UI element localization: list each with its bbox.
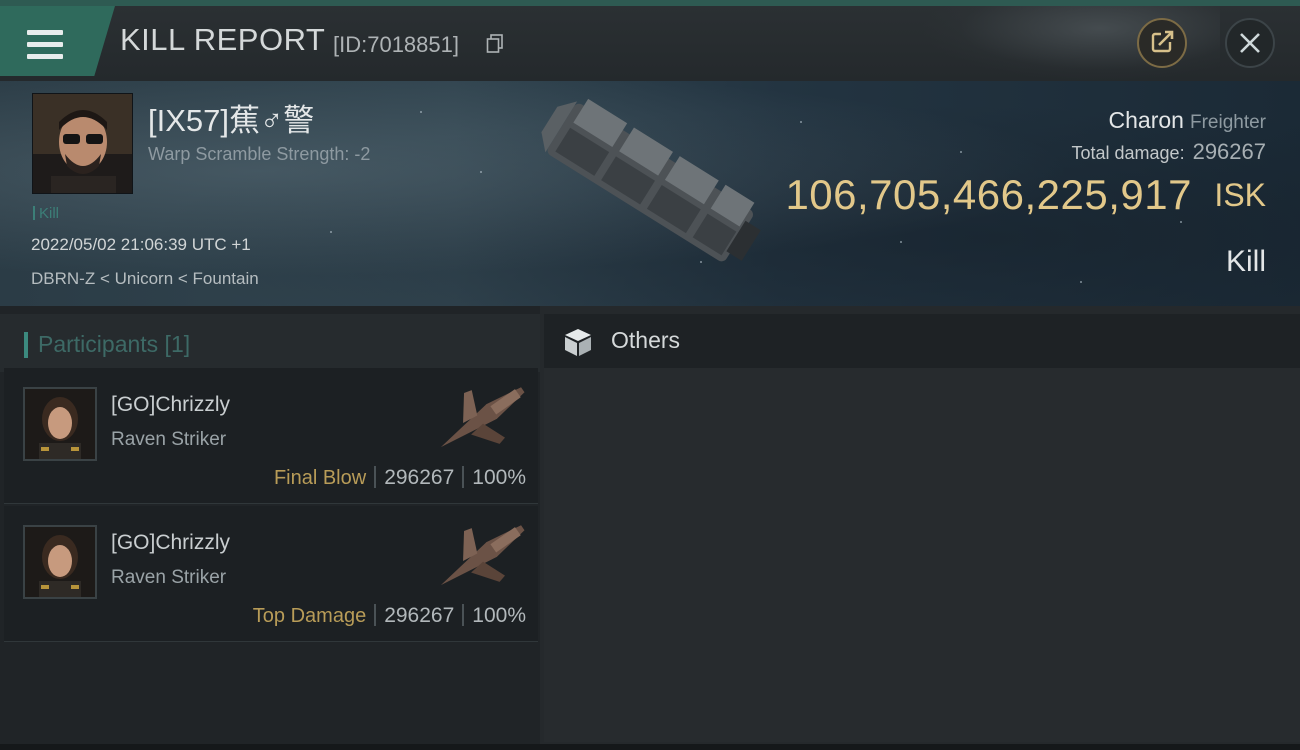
bottom-strip (0, 744, 1300, 750)
participant-stats: Final Blow 296267 100% (274, 466, 526, 490)
others-header[interactable]: Others (544, 314, 1300, 368)
final-blow-tag: Final Blow (273, 467, 367, 489)
participant-row[interactable]: [GO]Chrizzly Raven Striker Top Damage 296… (4, 506, 538, 642)
participant-percent: 100% (472, 604, 526, 627)
participant-stats: Top Damage 296267 100% (253, 604, 526, 628)
ship-type[interactable]: Charon Freighter (1109, 107, 1266, 134)
isk-value: 106,705,466,225,917 (785, 171, 1192, 218)
participant-ship: Raven Striker (111, 567, 227, 588)
participant-name[interactable]: [GO]Chrizzly (111, 393, 230, 417)
participant-ship-image (440, 387, 525, 448)
participants-accent (24, 332, 28, 358)
participant-percent: 100% (472, 466, 526, 489)
kill-datetime: 2022/05/02 21:06:39 UTC +1 (31, 235, 251, 254)
kill-location[interactable]: DBRN-Z < Unicorn < Fountain (31, 269, 259, 289)
page-title: KILL REPORT (120, 22, 326, 57)
isk-unit: ISK (1214, 177, 1266, 213)
total-damage: Total damage: 296267 (1072, 139, 1267, 165)
participant-damage: 296267 (384, 466, 455, 489)
share-icon (1151, 30, 1175, 53)
share-button[interactable] (1137, 18, 1187, 68)
menu-icon (27, 30, 63, 60)
kill-result: Kill (1225, 245, 1266, 278)
participants-header: Participants [1] (0, 314, 540, 372)
victim-name[interactable]: [IX57]蕉♂警 (148, 95, 314, 140)
close-icon (1240, 33, 1260, 53)
total-damage-label: Total damage: (1071, 143, 1185, 163)
others-panel: Others (540, 306, 1300, 744)
kill-tag-label: Kill (39, 205, 60, 222)
participant-damage: 296267 (384, 604, 455, 627)
kill-summary-banner: [IX57]蕉♂警 Warp Scramble Strength: -2 Kil… (0, 81, 1300, 306)
participant-ship: Raven Striker (111, 429, 227, 450)
kill-tag: Kill (33, 205, 59, 222)
participants-label: Participants [1] (38, 331, 191, 357)
participant-ship-image (440, 525, 525, 586)
top-damage-tag: Top Damage (252, 605, 367, 627)
close-button[interactable] (1225, 18, 1275, 68)
copy-icon[interactable] (486, 34, 504, 54)
others-content (544, 368, 1300, 742)
participants-panel: Participants [1] [GO]Chrizzly Raven Stri… (0, 306, 540, 744)
ship-class: Freighter (1189, 112, 1266, 133)
warp-scramble-strength: Warp Scramble Strength: -2 (148, 144, 371, 164)
others-label: Others (611, 327, 681, 353)
total-damage-value: 296267 (1192, 139, 1266, 164)
participant-avatar[interactable] (23, 387, 97, 461)
freighter-ship-image (541, 98, 761, 262)
victim-avatar[interactable] (32, 93, 133, 194)
participant-avatar[interactable] (23, 525, 97, 599)
report-id: [ID:7018851] (333, 32, 459, 57)
participant-row[interactable]: [GO]Chrizzly Raven Striker Final Blow 296… (4, 368, 538, 504)
participant-name[interactable]: [GO]Chrizzly (111, 531, 230, 555)
box-icon (565, 329, 591, 356)
ship-name: Charon (1108, 107, 1184, 133)
